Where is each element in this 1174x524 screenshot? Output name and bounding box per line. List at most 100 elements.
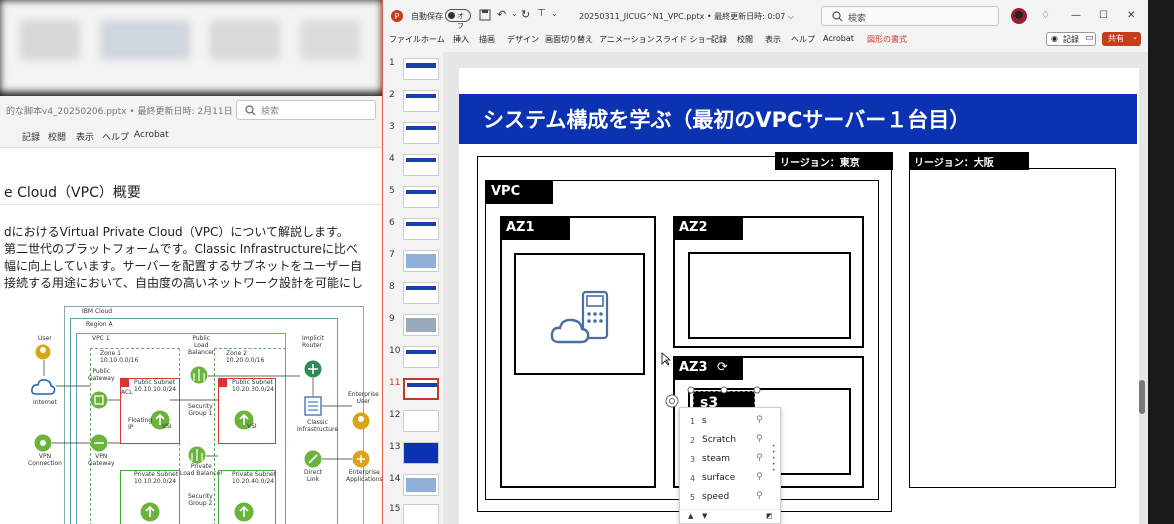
- tab-file[interactable]: ファイル: [389, 34, 421, 45]
- rotate-handle-icon[interactable]: ⟳: [717, 360, 728, 375]
- word-menu-help[interactable]: ヘルプ: [102, 130, 129, 143]
- cloud-server-icon[interactable]: [549, 288, 619, 348]
- redo-icon[interactable]: ↻: [521, 8, 530, 21]
- slide-canvas[interactable]: システム構成を学ぶ（最初のVPCサーバー１台目） リージョン：東京 リージョン：…: [459, 68, 1139, 524]
- tab-draw[interactable]: 描画: [479, 34, 495, 45]
- tab-help[interactable]: ヘルプ: [791, 34, 815, 45]
- document-heading: e Cloud（VPC）概要: [4, 185, 141, 201]
- word-menu-record[interactable]: 記録: [22, 130, 40, 143]
- close-icon[interactable]: ✕: [1127, 10, 1135, 21]
- az3-label[interactable]: AZ3: [673, 356, 743, 380]
- slide-thumbnail[interactable]: [403, 442, 439, 464]
- word-menu-acrobat[interactable]: Acrobat: [134, 130, 169, 140]
- document-paragraph-line: 幅に向上しています。サーバーを配置するサブネットをユーザー自: [4, 259, 363, 273]
- search-icon[interactable]: ⚲: [756, 472, 763, 482]
- word-menu-review[interactable]: 校閲: [48, 130, 66, 143]
- tab-slideshow[interactable]: スライド ショー: [655, 34, 714, 45]
- slide-thumbnail[interactable]: [403, 282, 439, 304]
- copilot-inline-icon[interactable]: [665, 394, 679, 408]
- save-icon[interactable]: [479, 9, 491, 21]
- slide-number: 2: [389, 90, 395, 100]
- search-icon[interactable]: ⚲: [756, 491, 763, 501]
- slide-thumbnail[interactable]: [403, 90, 439, 112]
- search-icon[interactable]: ⚲: [756, 453, 763, 463]
- tab-record[interactable]: 記録: [711, 34, 727, 45]
- autosave-label: 自動保存: [411, 12, 443, 21]
- autocomplete-item[interactable]: 3 steam ⚲: [680, 451, 780, 470]
- autosave-toggle[interactable]: オフ: [445, 9, 471, 30]
- slide-number: 5: [389, 186, 395, 196]
- slide-thumbnail[interactable]: [403, 474, 439, 496]
- az2-subnet-box[interactable]: [688, 252, 851, 339]
- autocomplete-item[interactable]: 4 surface ⚲: [680, 470, 780, 489]
- az1-label[interactable]: AZ1: [500, 216, 570, 240]
- connector-lines: [43, 360, 352, 460]
- slide-scrollbar[interactable]: [1139, 380, 1145, 414]
- region-osaka-label[interactable]: リージョン：大阪: [909, 152, 1029, 170]
- restore-icon[interactable]: ☐: [1099, 10, 1108, 21]
- slide-thumbnail[interactable]: [403, 154, 439, 176]
- svg-text:P: P: [395, 12, 400, 21]
- search-icon[interactable]: ⚲: [756, 434, 763, 444]
- autocomplete-item[interactable]: 2 Scratch ⚲: [680, 432, 780, 451]
- share-button[interactable]: 共有 ⌄: [1102, 32, 1141, 46]
- autocomplete-index: 1: [690, 417, 696, 426]
- avatar[interactable]: [1011, 8, 1027, 24]
- slide-thumbnail[interactable]: [403, 58, 439, 80]
- slide-thumbnail[interactable]: [403, 346, 439, 368]
- page-up-icon[interactable]: ▲: [688, 512, 693, 520]
- slide-thumbnail-pane: 1 2 3 4 5 6 7 8 9 10 11 12 13 14 15: [383, 52, 443, 524]
- slide-thumbnail[interactable]: [403, 504, 439, 524]
- lightbulb-icon[interactable]: ♢: [1041, 10, 1050, 21]
- tab-shape-format[interactable]: 図形の書式: [867, 34, 907, 45]
- slide-thumbnail[interactable]: [403, 410, 439, 432]
- slide-title-banner[interactable]: システム構成を学ぶ（最初のVPCサーバー１台目）: [459, 94, 1137, 144]
- chevron-down-icon: ⌄: [1132, 33, 1138, 41]
- slide-thumbnail[interactable]: [403, 122, 439, 144]
- tab-design[interactable]: デザイン: [507, 34, 539, 45]
- tab-transitions[interactable]: 画面切り替え: [545, 34, 593, 45]
- autocomplete-item[interactable]: 5 speed ⚲: [680, 489, 780, 508]
- ppt-search-box[interactable]: 検索: [821, 6, 999, 26]
- az2-label[interactable]: AZ2: [673, 216, 743, 240]
- word-filename[interactable]: 的な脚本v4_20250206.pptx • 最終更新日時: 2月11日 ⌵: [6, 104, 242, 117]
- autocomplete-popup[interactable]: 1 s ⚲ 2 Scratch ⚲ 3 steam ⚲ 4 surface ⚲ …: [679, 407, 781, 524]
- slide-title: システム構成を学ぶ（最初のVPCサーバー１台目）: [483, 108, 971, 132]
- minimize-icon[interactable]: —: [1071, 10, 1081, 21]
- search-icon: [245, 105, 256, 116]
- share-label: 共有: [1108, 34, 1124, 43]
- present-icon[interactable]: ⊤: [537, 8, 546, 19]
- slide-thumbnail[interactable]: [403, 186, 439, 208]
- slide-thumbnail-selected[interactable]: [403, 378, 439, 400]
- slide-thumbnail[interactable]: [403, 218, 439, 240]
- autocomplete-item[interactable]: 1 s ⚲: [680, 413, 780, 432]
- comment-icon[interactable]: ▭: [1085, 33, 1094, 43]
- slide-thumbnail[interactable]: [403, 314, 439, 336]
- tab-insert[interactable]: 挿入: [453, 34, 469, 45]
- undo-dropdown-icon[interactable]: ⌄: [511, 9, 518, 18]
- ppt-filename[interactable]: 20250311_JICUG^N1_VPC.pptx • 最終更新日時: 0:0…: [579, 11, 794, 22]
- page-down-icon[interactable]: ▼: [702, 512, 707, 520]
- vpc-label[interactable]: VPC: [485, 180, 553, 204]
- word-menu-view[interactable]: 表示: [76, 130, 94, 143]
- slide-number: 11: [389, 378, 401, 388]
- slide-thumbnail[interactable]: [403, 250, 439, 272]
- word-document[interactable]: e Cloud（VPC）概要 dにおけるVirtual Private Clou…: [0, 148, 382, 524]
- tab-acrobat[interactable]: Acrobat: [823, 34, 854, 43]
- region-tokyo-label[interactable]: リージョン：東京: [775, 152, 893, 170]
- tab-review[interactable]: 校閲: [737, 34, 753, 45]
- more-options-icon[interactable]: • • • • •: [772, 444, 776, 474]
- settings-icon[interactable]: ◩: [766, 512, 773, 520]
- search-icon[interactable]: ⚲: [756, 415, 763, 425]
- region-osaka-frame[interactable]: [909, 168, 1116, 488]
- tab-animations[interactable]: アニメーション: [599, 34, 655, 45]
- blurred-window-area: [0, 0, 382, 92]
- tab-view[interactable]: 表示: [765, 34, 781, 45]
- slide-number: 7: [389, 250, 395, 260]
- more-qat-icon[interactable]: ⌄: [551, 9, 558, 18]
- undo-icon[interactable]: ↶: [497, 8, 506, 21]
- slide-editor[interactable]: システム構成を学ぶ（最初のVPCサーバー１台目） リージョン：東京 リージョン：…: [443, 52, 1149, 524]
- word-search-box[interactable]: 検索: [236, 100, 376, 120]
- tab-home[interactable]: ホーム: [421, 34, 445, 45]
- slide-number: 10: [389, 346, 401, 356]
